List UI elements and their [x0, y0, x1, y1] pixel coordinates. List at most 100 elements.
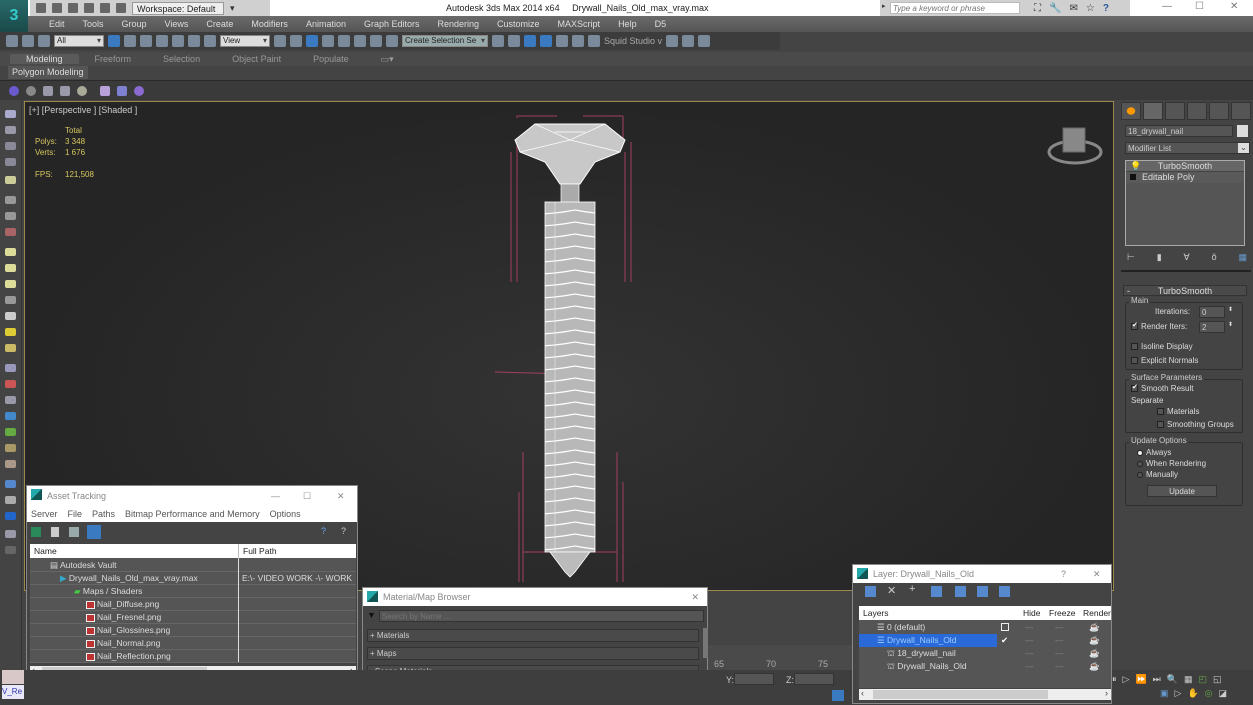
panel-tool-icon[interactable]: [5, 158, 16, 166]
plane-icon[interactable]: [5, 248, 16, 256]
list-view-icon[interactable]: [51, 527, 59, 537]
search-by-name-input[interactable]: [379, 610, 704, 622]
layer-row-selected[interactable]: ☰ Drywall_Nails_Old ✔ --- --- ☕: [859, 634, 1111, 647]
snaps-toggle-icon[interactable]: [322, 35, 334, 47]
open-file-icon[interactable]: [52, 3, 62, 13]
dome-light-icon[interactable]: [5, 264, 16, 272]
asset-row[interactable]: ▰ Maps / Shaders: [30, 585, 356, 598]
menu-server[interactable]: Server: [31, 509, 58, 519]
maxscript-listener-pink[interactable]: [2, 670, 24, 684]
scene-explorer-icon[interactable]: [524, 35, 536, 47]
options-dropdown-icon[interactable]: ▼: [367, 610, 376, 620]
scroll-left-icon[interactable]: ‹: [861, 688, 864, 698]
asset-tracking-titlebar[interactable]: Asset Tracking — ☐ ✕: [27, 486, 357, 506]
object-color-swatch[interactable]: [1237, 125, 1248, 137]
omni-light-icon[interactable]: [5, 344, 16, 352]
globe-icon[interactable]: [5, 412, 16, 420]
tab-freeform[interactable]: Freeform: [79, 54, 148, 64]
render-iters-checkbox-row[interactable]: Render Iters:: [1131, 321, 1187, 331]
select-manipulate-icon[interactable]: [290, 35, 302, 47]
hide-toggle[interactable]: ---: [1025, 621, 1034, 633]
always-radio[interactable]: [1137, 449, 1143, 456]
rotate-icon[interactable]: [188, 35, 200, 47]
section-materials[interactable]: + Materials: [367, 629, 699, 642]
add-to-layer-icon[interactable]: +: [909, 583, 915, 595]
subobject-vertex-icon[interactable]: [9, 86, 19, 96]
menu-options[interactable]: Options: [270, 509, 301, 519]
menu-modifiers[interactable]: Modifiers: [242, 19, 297, 29]
menu-help[interactable]: Help: [609, 19, 646, 29]
smooth-result-row[interactable]: Smooth Result: [1131, 383, 1193, 393]
binoculars-icon[interactable]: ⛶: [1034, 3, 1041, 14]
scale-icon[interactable]: [204, 35, 216, 47]
utilities-tab-icon[interactable]: [1231, 102, 1251, 120]
selection-filter-dropdown[interactable]: All: [54, 35, 104, 47]
menu-bitmap-performance[interactable]: Bitmap Performance and Memory: [125, 509, 260, 519]
table-view-icon[interactable]: [87, 525, 101, 539]
named-selection-sets-dropdown[interactable]: Create Selection Se: [402, 35, 488, 47]
material-editor-icon[interactable]: [588, 35, 600, 47]
ring-icon[interactable]: [43, 86, 53, 96]
close-button[interactable]: ✕: [1230, 1, 1238, 12]
keyboard-shortcut-override-icon[interactable]: [306, 35, 318, 47]
hide-toggle[interactable]: ---: [1025, 647, 1034, 659]
create-tab-icon[interactable]: [1121, 102, 1141, 120]
light-bulb-icon[interactable]: [77, 86, 87, 96]
favorites-star-icon[interactable]: ☆: [1086, 3, 1095, 14]
show-end-result-icon[interactable]: ▮: [1157, 252, 1162, 264]
menu-file[interactable]: File: [68, 509, 83, 519]
column-name[interactable]: Name: [34, 544, 57, 558]
help-button[interactable]: ?: [1061, 565, 1066, 583]
freeze-toggle[interactable]: ---: [1055, 621, 1064, 633]
image-tool-icon[interactable]: [5, 126, 16, 134]
isoline-display-checkbox[interactable]: [1131, 343, 1138, 351]
asset-row[interactable]: ▶ Drywall_Nails_Old_max_vray.max E:\- VID…: [30, 572, 356, 585]
layer-dialog-titlebar[interactable]: Layer: Drywall_Nails_Old ? ✕: [853, 565, 1111, 583]
update-manually-row[interactable]: Manually: [1137, 470, 1178, 479]
maxscript-mini-listener[interactable]: V_Re: [2, 685, 24, 699]
highlight-layer-icon[interactable]: [955, 586, 966, 597]
bind-space-warp-icon[interactable]: [38, 35, 50, 47]
help-icon[interactable]: ?: [1103, 3, 1109, 14]
hide-toggle[interactable]: ---: [1025, 660, 1034, 672]
modify-tab-icon[interactable]: [1143, 102, 1163, 120]
display-tab-icon[interactable]: [1209, 102, 1229, 120]
viewcube[interactable]: [1045, 124, 1105, 170]
sphere-light-icon[interactable]: [5, 280, 16, 288]
app-logo-button[interactable]: 3: [0, 0, 28, 32]
wrench-icon[interactable]: 🔧: [1049, 3, 1061, 14]
curve-editor-icon[interactable]: [556, 35, 568, 47]
smoothing-groups-checkbox[interactable]: [1157, 421, 1164, 429]
isoline-display-row[interactable]: Isoline Display: [1131, 342, 1193, 351]
help-icon[interactable]: ?: [321, 526, 326, 536]
sun-icon[interactable]: [5, 328, 16, 336]
column-freeze[interactable]: Freeze: [1049, 606, 1075, 620]
object-row[interactable]: ⛫ 18_drywall_nail --- --- ☕: [859, 647, 1111, 660]
hide-all-icon[interactable]: [977, 586, 988, 597]
freeze-toggle[interactable]: ---: [1055, 660, 1064, 672]
tab-modeling[interactable]: Modeling: [10, 54, 79, 64]
menu-tools[interactable]: Tools: [74, 19, 113, 29]
minimize-button[interactable]: —: [271, 486, 280, 506]
section-maps[interactable]: + Maps: [367, 647, 699, 660]
qa-dropdown-icon[interactable]: ▾: [230, 3, 235, 14]
zoom-extents-icon[interactable]: ◰: [1199, 674, 1208, 686]
scroll-thumb[interactable]: [873, 690, 1048, 699]
scroll-right-icon[interactable]: ›: [1105, 688, 1108, 698]
menu-group[interactable]: Group: [113, 19, 156, 29]
minimize-button[interactable]: —: [1162, 1, 1172, 12]
next-frame-icon[interactable]: ⏩: [1135, 674, 1146, 686]
expand-arrow-icon[interactable]: ▸: [882, 2, 886, 10]
modifier-list-dropdown[interactable]: Modifier List ⌄: [1125, 142, 1250, 154]
asset-row[interactable]: ▤ Autodesk Vault: [30, 559, 356, 572]
motion-tab-icon[interactable]: [1187, 102, 1207, 120]
close-button[interactable]: ✕: [1093, 565, 1101, 583]
render-production-teapot-icon[interactable]: [698, 35, 711, 47]
current-layer-checkbox[interactable]: [1001, 623, 1009, 631]
maximize-viewport-icon[interactable]: ◪: [1219, 688, 1228, 700]
helper-tool-icon[interactable]: [5, 196, 16, 204]
menu-graph-editors[interactable]: Graph Editors: [355, 19, 429, 29]
select-by-name-icon[interactable]: [124, 35, 136, 47]
ribbon-options-icon[interactable]: ▭▾: [365, 54, 410, 65]
configure-sets-icon[interactable]: ▦: [1238, 252, 1247, 264]
